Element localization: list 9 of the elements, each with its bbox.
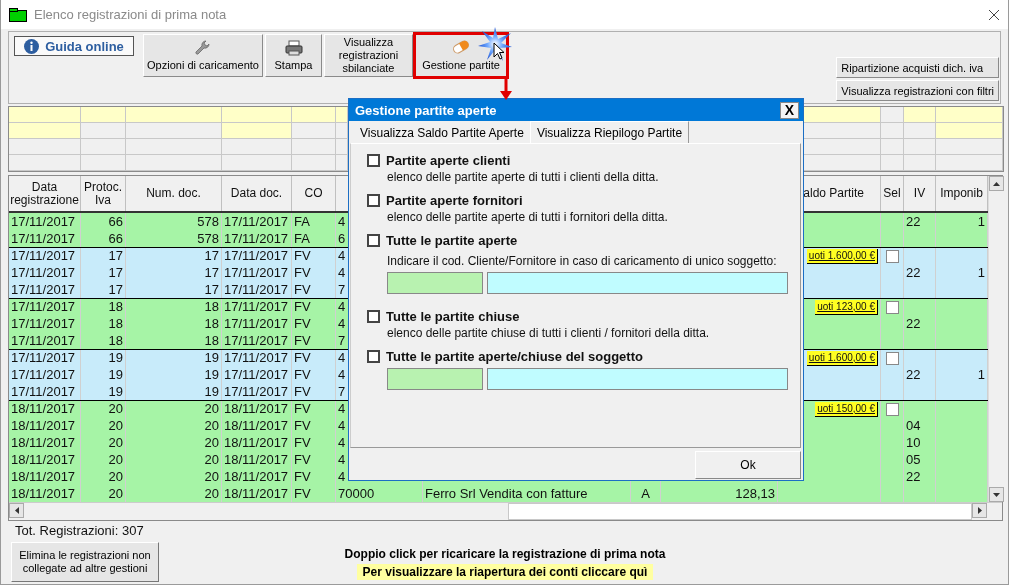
window-title: Elenco registrazioni di prima nota [34, 7, 228, 22]
dialog-title: Gestione partite aperte [355, 102, 497, 118]
balance-badge: uoti 1.600,00 € [806, 350, 878, 366]
record-count: Tot. Registrazioni: 307 [15, 523, 145, 540]
balance-badge: uoti 1.600,00 € [806, 248, 878, 264]
option-description: elenco delle partite aperte di tutti i clienti della ditta. [387, 169, 660, 185]
balance-badge: uoti 123,00 € [815, 299, 878, 315]
hint-text: Doppio click per ricaricare la registrazione di prima nota [344, 547, 666, 561]
balance-badge: uoti 150,00 € [815, 401, 878, 417]
